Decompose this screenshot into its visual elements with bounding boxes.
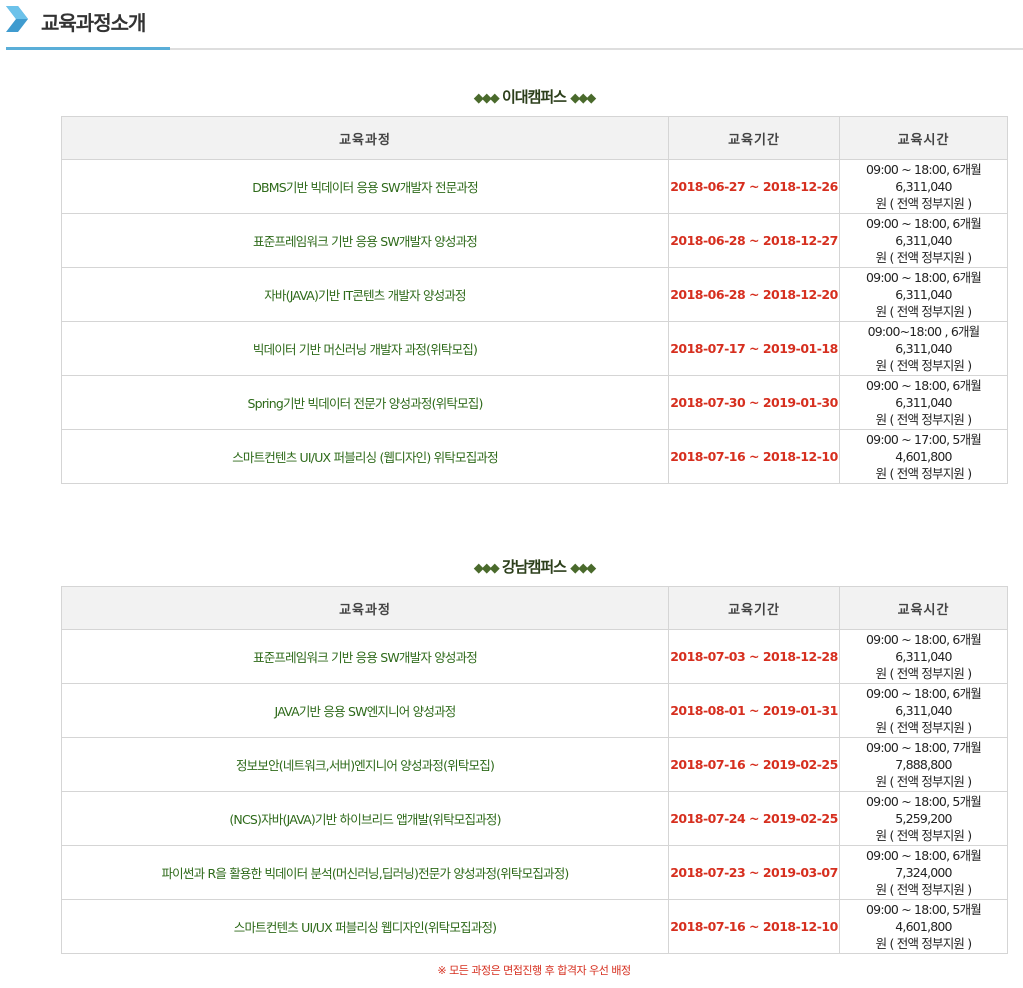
course-period: 2018-07-16 ~ 2019-02-25 xyxy=(668,737,840,792)
course-time-line1: 09:00 ~ 18:00, 6개월 6,311,040 xyxy=(866,686,982,718)
course-time-line2: 원 ( 전액 정부지원 ) xyxy=(875,666,973,681)
course-name: (NCS)자바(JAVA)기반 하이브리드 앱개발(위탁모집과정) xyxy=(61,791,669,846)
course-time-line2: 원 ( 전액 정부지원 ) xyxy=(875,358,973,373)
table-row: 파이썬과 R을 활용한 빅데이터 분석(머신러닝,딥러닝)전문가 양성과정(위탁… xyxy=(61,845,1008,900)
course-time: 09:00 ~ 18:00, 6개월 6,311,040 원 ( 전액 정부지원 … xyxy=(839,683,1008,738)
course-name: 스마트컨텐츠 UI/UX 퍼블리싱 웹디자인(위탁모집과정) xyxy=(61,899,669,954)
course-period: 2018-06-28 ~ 2018-12-20 xyxy=(668,267,840,322)
course-time-line2: 원 ( 전액 정부지원 ) xyxy=(875,304,973,319)
course-time: 09:00 ~ 18:00, 6개월 6,311,040 원 ( 전액 정부지원 … xyxy=(839,629,1008,684)
course-table: 교육과정 교육기간 교육시간 DBMS기반 빅데이터 응용 SW개발자 전문과정… xyxy=(61,116,1008,484)
course-time: 09:00 ~ 18:00, 7개월 7,888,800 원 ( 전액 정부지원 … xyxy=(839,737,1008,792)
course-period: 2018-06-28 ~ 2018-12-27 xyxy=(668,213,840,268)
course-name: 빅데이터 기반 머신러닝 개발자 과정(위탁모집) xyxy=(61,321,669,376)
course-time: 09:00 ~ 17:00, 5개월 4,601,800 원 ( 전액 정부지원 … xyxy=(839,429,1008,484)
course-time-line2: 원 ( 전액 정부지원 ) xyxy=(875,466,973,481)
course-time-line1: 09:00 ~ 18:00, 6개월 6,311,040 xyxy=(866,162,982,194)
course-name: 자바(JAVA)기반 IT콘텐츠 개발자 양성과정 xyxy=(61,267,669,322)
course-name: DBMS기반 빅데이터 응용 SW개발자 전문과정 xyxy=(61,159,669,214)
table-row: JAVA기반 응용 SW엔지니어 양성과정 2018-08-01 ~ 2019-… xyxy=(61,683,1008,738)
course-time-line1: 09:00 ~ 18:00, 6개월 6,311,040 xyxy=(866,216,982,248)
course-time: 09:00 ~ 18:00, 5개월 5,259,200 원 ( 전액 정부지원 … xyxy=(839,791,1008,846)
page-title: 교육과정소개 xyxy=(41,11,146,35)
course-time: 09:00 ~ 18:00, 6개월 7,324,000 원 ( 전액 정부지원 … xyxy=(839,845,1008,900)
course-time: 09:00 ~ 18:00, 6개월 6,311,040 원 ( 전액 정부지원 … xyxy=(839,375,1008,430)
course-period: 2018-07-16 ~ 2018-12-10 xyxy=(668,899,840,954)
page-header: 교육과정소개 xyxy=(0,0,1023,50)
course-time: 09:00 ~ 18:00, 6개월 6,311,040 원 ( 전액 정부지원 … xyxy=(839,213,1008,268)
column-header-period: 교육기간 xyxy=(668,116,840,160)
table-row: (NCS)자바(JAVA)기반 하이브리드 앱개발(위탁모집과정) 2018-0… xyxy=(61,791,1008,846)
table-row: 스마트컨텐츠 UI/UX 퍼블리싱 웹디자인(위탁모집과정) 2018-07-1… xyxy=(61,899,1008,954)
table-row: 표준프레임워크 기반 응용 SW개발자 양성과정 2018-06-28 ~ 20… xyxy=(61,213,1008,268)
course-period: 2018-06-27 ~ 2018-12-26 xyxy=(668,159,840,214)
course-time-line1: 09:00 ~ 18:00, 5개월 4,601,800 xyxy=(866,902,982,934)
course-period: 2018-07-24 ~ 2019-02-25 xyxy=(668,791,840,846)
course-time-line2: 원 ( 전액 정부지원 ) xyxy=(875,196,973,211)
course-name: 표준프레임워크 기반 응용 SW개발자 양성과정 xyxy=(61,213,669,268)
course-time-line2: 원 ( 전액 정부지원 ) xyxy=(875,882,973,897)
course-name: Spring기반 빅데이터 전문가 양성과정(위탁모집) xyxy=(61,375,669,430)
diamond-decor-icon: ◆◆◆ xyxy=(570,561,596,576)
course-period: 2018-07-03 ~ 2018-12-28 xyxy=(668,629,840,684)
course-time-line2: 원 ( 전액 정부지원 ) xyxy=(875,828,973,843)
course-time: 09:00 ~ 18:00, 5개월 4,601,800 원 ( 전액 정부지원 … xyxy=(839,899,1008,954)
table-row: 표준프레임워크 기반 응용 SW개발자 양성과정 2018-07-03 ~ 20… xyxy=(61,629,1008,684)
column-header-period: 교육기간 xyxy=(668,586,840,630)
column-header-time: 교육시간 xyxy=(839,116,1008,160)
campus-name: 이대캠퍼스 xyxy=(501,88,567,106)
table-header-row: 교육과정 교육기간 교육시간 xyxy=(61,586,1008,630)
course-time-line1: 09:00 ~ 18:00, 6개월 6,311,040 xyxy=(866,270,982,302)
course-name: 정보보안(네트워크,서버)엔지니어 양성과정(위탁모집) xyxy=(61,737,669,792)
campus-title: ◆◆◆ 이대캠퍼스 ◆◆◆ xyxy=(61,86,1007,108)
course-period: 2018-07-16 ~ 2018-12-10 xyxy=(668,429,840,484)
footer-note: ※ 모든 과정은 면접진행 후 합격자 우선 배정 xyxy=(437,964,631,977)
course-time-line1: 09:00 ~ 18:00, 6개월 6,311,040 xyxy=(866,378,982,410)
diamond-decor-icon: ◆◆◆ xyxy=(473,91,500,106)
course-period: 2018-07-17 ~ 2019-01-18 xyxy=(668,321,840,376)
course-period: 2018-07-23 ~ 2019-03-07 xyxy=(668,845,840,900)
column-header-course: 교육과정 xyxy=(61,586,669,630)
table-row: 스마트컨텐츠 UI/UX 퍼블리싱 (웹디자인) 위탁모집과정 2018-07-… xyxy=(61,429,1008,484)
table-row: 정보보안(네트워크,서버)엔지니어 양성과정(위탁모집) 2018-07-16 … xyxy=(61,737,1008,792)
course-time-line1: 09:00 ~ 18:00, 6개월 6,311,040 xyxy=(866,632,982,664)
table-header-row: 교육과정 교육기간 교육시간 xyxy=(61,116,1008,160)
course-time-line2: 원 ( 전액 정부지원 ) xyxy=(875,936,973,951)
chevron-logo-icon xyxy=(6,6,28,32)
diamond-decor-icon: ◆◆◆ xyxy=(570,91,596,106)
course-period: 2018-07-30 ~ 2019-01-30 xyxy=(668,375,840,430)
column-header-course: 교육과정 xyxy=(61,116,669,160)
course-time-line1: 09:00~18:00 , 6개월 6,311,040 xyxy=(867,324,981,356)
header-divider-accent xyxy=(6,47,170,50)
course-time: 09:00 ~ 18:00, 6개월 6,311,040 원 ( 전액 정부지원 … xyxy=(839,267,1008,322)
course-time-line2: 원 ( 전액 정부지원 ) xyxy=(875,412,973,427)
course-name: JAVA기반 응용 SW엔지니어 양성과정 xyxy=(61,683,669,738)
course-time: 09:00~18:00 , 6개월 6,311,040 원 ( 전액 정부지원 ) xyxy=(839,321,1008,376)
course-time-line2: 원 ( 전액 정부지원 ) xyxy=(875,250,973,265)
course-name: 파이썬과 R을 활용한 빅데이터 분석(머신러닝,딥러닝)전문가 양성과정(위탁… xyxy=(61,845,669,900)
campus-name: 강남캠퍼스 xyxy=(501,558,567,576)
course-time-line1: 09:00 ~ 17:00, 5개월 4,601,800 xyxy=(866,432,982,464)
table-row: DBMS기반 빅데이터 응용 SW개발자 전문과정 2018-06-27 ~ 2… xyxy=(61,159,1008,214)
diamond-decor-icon: ◆◆◆ xyxy=(473,561,500,576)
course-time-line2: 원 ( 전액 정부지원 ) xyxy=(875,774,973,789)
course-time-line2: 원 ( 전액 정부지원 ) xyxy=(875,720,973,735)
column-header-time: 교육시간 xyxy=(839,586,1008,630)
campus-title: ◆◆◆ 강남캠퍼스 ◆◆◆ xyxy=(61,556,1007,578)
course-table: 교육과정 교육기간 교육시간 표준프레임워크 기반 응용 SW개발자 양성과정 … xyxy=(61,586,1008,954)
course-time-line1: 09:00 ~ 18:00, 6개월 7,324,000 xyxy=(866,848,982,880)
course-time-line1: 09:00 ~ 18:00, 7개월 7,888,800 xyxy=(866,740,982,772)
table-row: Spring기반 빅데이터 전문가 양성과정(위탁모집) 2018-07-30 … xyxy=(61,375,1008,430)
course-period: 2018-08-01 ~ 2019-01-31 xyxy=(668,683,840,738)
course-name: 표준프레임워크 기반 응용 SW개발자 양성과정 xyxy=(61,629,669,684)
course-name: 스마트컨텐츠 UI/UX 퍼블리싱 (웹디자인) 위탁모집과정 xyxy=(61,429,669,484)
course-time-line1: 09:00 ~ 18:00, 5개월 5,259,200 xyxy=(866,794,982,826)
course-time: 09:00 ~ 18:00, 6개월 6,311,040 원 ( 전액 정부지원 … xyxy=(839,159,1008,214)
table-row: 빅데이터 기반 머신러닝 개발자 과정(위탁모집) 2018-07-17 ~ 2… xyxy=(61,321,1008,376)
table-row: 자바(JAVA)기반 IT콘텐츠 개발자 양성과정 2018-06-28 ~ 2… xyxy=(61,267,1008,322)
